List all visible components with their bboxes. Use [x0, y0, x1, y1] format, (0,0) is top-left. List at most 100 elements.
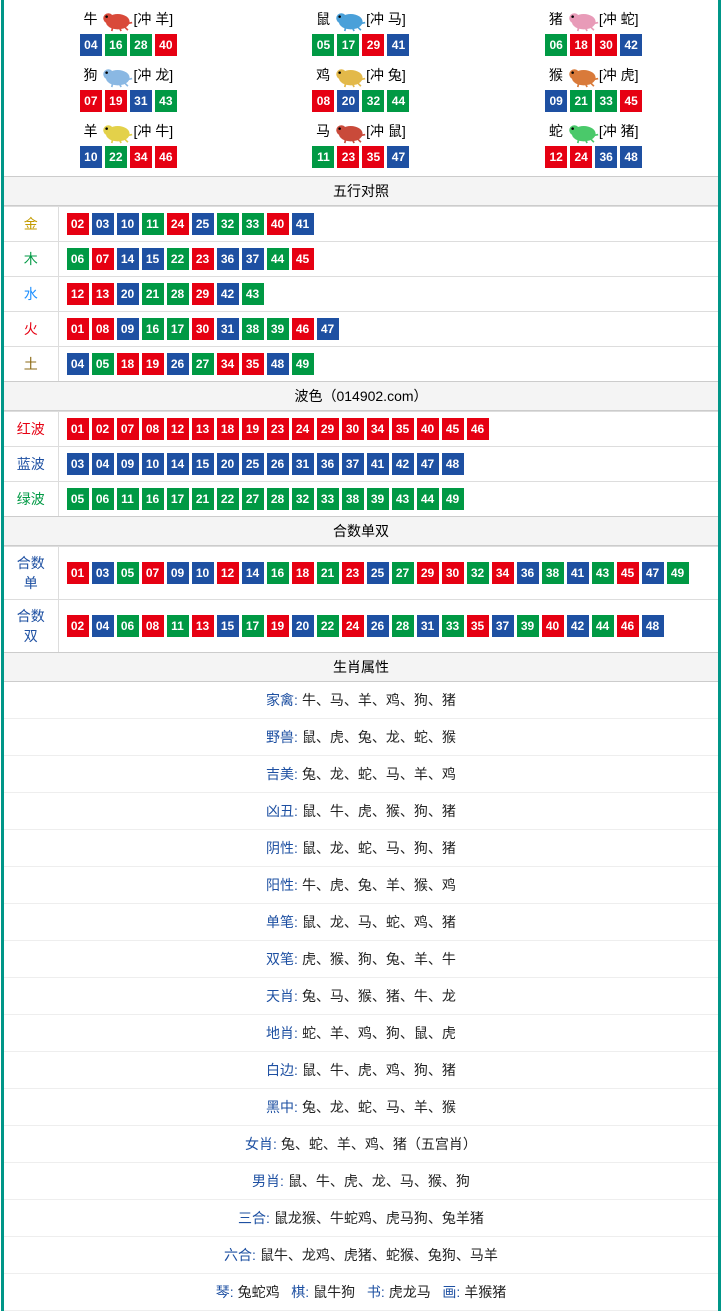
- zodiac-chong: [冲 马]: [366, 9, 406, 29]
- data-row: 水1213202128294243: [4, 277, 718, 312]
- zodiac-name: 狗: [83, 65, 97, 85]
- number-ball: 44: [387, 90, 409, 112]
- number-ball: 33: [442, 615, 464, 637]
- number-ball: 05: [67, 488, 89, 510]
- number-ball: 48: [442, 453, 464, 475]
- number-ball: 21: [317, 562, 339, 584]
- number-ball: 01: [67, 418, 89, 440]
- attr-row: 地肖:蛇、羊、鸡、狗、鼠、虎: [4, 1015, 718, 1052]
- zodiac-cell: 牛 [冲 羊] 04162840: [14, 6, 243, 58]
- number-ball: 28: [392, 615, 414, 637]
- number-ball: 11: [142, 213, 164, 235]
- zodiac-cell: 鸡 [冲 兔] 08203244: [247, 62, 476, 114]
- attr-row: 三合:鼠龙猴、牛蛇鸡、虎马狗、兔羊猪: [4, 1200, 718, 1237]
- number-ball: 15: [217, 615, 239, 637]
- attr-key: 男肖:: [252, 1173, 284, 1189]
- number-ball: 21: [142, 283, 164, 305]
- attr-row: 凶丑:鼠、牛、虎、猴、狗、猪: [4, 793, 718, 830]
- attr-value: 兔、蛇、羊、鸡、猪（五宫肖）: [281, 1136, 477, 1152]
- row-balls: 06071415222336374445: [58, 242, 718, 277]
- attr-value: 鼠、牛、虎、鸡、狗、猪: [302, 1062, 456, 1078]
- attr-header: 生肖属性: [4, 652, 718, 682]
- number-ball: 19: [105, 90, 127, 112]
- number-ball: 12: [167, 418, 189, 440]
- number-ball: 31: [417, 615, 439, 637]
- row-label: 蓝波: [4, 447, 58, 482]
- number-ball: 04: [92, 453, 114, 475]
- number-ball: 28: [267, 488, 289, 510]
- attr-row: 家禽:牛、马、羊、鸡、狗、猪: [4, 682, 718, 719]
- number-ball: 45: [442, 418, 464, 440]
- number-ball: 07: [92, 248, 114, 270]
- data-row: 红波0102070812131819232429303435404546: [4, 412, 718, 447]
- number-ball: 23: [192, 248, 214, 270]
- zodiac-icon: [565, 8, 597, 30]
- number-ball: 08: [142, 615, 164, 637]
- footer-value: 羊猴猪: [464, 1284, 506, 1300]
- zodiac-icon: [565, 120, 597, 142]
- data-row: 火0108091617303138394647: [4, 312, 718, 347]
- number-ball: 22: [105, 146, 127, 168]
- row-label: 土: [4, 347, 58, 382]
- attr-key: 天肖:: [266, 988, 298, 1004]
- attr-row: 双笔:虎、猴、狗、兔、羊、牛: [4, 941, 718, 978]
- number-ball: 09: [167, 562, 189, 584]
- row-balls: 05061116172122272832333839434449: [58, 482, 718, 517]
- attr-row: 阴性:鼠、龙、蛇、马、狗、猪: [4, 830, 718, 867]
- number-ball: 26: [367, 615, 389, 637]
- zodiac-cell: 蛇 [冲 猪] 12243648: [479, 118, 708, 170]
- number-ball: 05: [92, 353, 114, 375]
- number-ball: 44: [267, 248, 289, 270]
- attr-key: 吉美:: [266, 766, 298, 782]
- zodiac-chong: [冲 蛇]: [599, 9, 639, 29]
- number-ball: 43: [155, 90, 177, 112]
- number-ball: 06: [545, 34, 567, 56]
- number-ball: 29: [362, 34, 384, 56]
- bose-table: 红波0102070812131819232429303435404546蓝波03…: [4, 411, 718, 516]
- data-row: 金02031011242532334041: [4, 207, 718, 242]
- zodiac-icon: [332, 120, 364, 142]
- data-row: 合数双0204060811131517192022242628313335373…: [4, 600, 718, 653]
- number-ball: 48: [642, 615, 664, 637]
- number-ball: 34: [492, 562, 514, 584]
- number-ball: 25: [367, 562, 389, 584]
- number-ball: 04: [92, 615, 114, 637]
- attr-key: 黑中:: [266, 1099, 298, 1115]
- number-ball: 04: [67, 353, 89, 375]
- number-ball: 08: [92, 318, 114, 340]
- attr-key: 白边:: [266, 1062, 298, 1078]
- number-ball: 02: [67, 213, 89, 235]
- number-ball: 45: [292, 248, 314, 270]
- zodiac-grid: 牛 [冲 羊] 04162840 鼠 [冲 马] 05172941 猪 [冲 蛇…: [4, 0, 718, 176]
- footer-key: 书:: [367, 1284, 385, 1300]
- number-ball: 26: [267, 453, 289, 475]
- number-ball: 07: [117, 418, 139, 440]
- zodiac-name: 马: [316, 121, 330, 141]
- zodiac-chong: [冲 兔]: [366, 65, 406, 85]
- zodiac-cell: 羊 [冲 牛] 10223446: [14, 118, 243, 170]
- number-ball: 17: [167, 318, 189, 340]
- attr-value: 鼠、牛、虎、龙、马、猴、狗: [288, 1173, 470, 1189]
- wuxing-table: 金02031011242532334041木060714152223363744…: [4, 206, 718, 381]
- row-balls: 0108091617303138394647: [58, 312, 718, 347]
- number-ball: 18: [292, 562, 314, 584]
- attr-value: 兔、龙、蛇、马、羊、鸡: [302, 766, 456, 782]
- number-ball: 20: [117, 283, 139, 305]
- number-ball: 46: [617, 615, 639, 637]
- number-ball: 36: [217, 248, 239, 270]
- number-ball: 11: [312, 146, 334, 168]
- row-label: 水: [4, 277, 58, 312]
- number-ball: 42: [620, 34, 642, 56]
- attr-key: 女肖:: [245, 1136, 277, 1152]
- number-ball: 06: [67, 248, 89, 270]
- number-ball: 19: [242, 418, 264, 440]
- number-ball: 28: [130, 34, 152, 56]
- number-ball: 38: [542, 562, 564, 584]
- number-ball: 42: [392, 453, 414, 475]
- heshu-table: 合数单0103050709101214161821232527293032343…: [4, 546, 718, 652]
- number-ball: 23: [342, 562, 364, 584]
- number-ball: 23: [337, 146, 359, 168]
- number-ball: 07: [80, 90, 102, 112]
- attr-value: 虎、猴、狗、兔、羊、牛: [302, 951, 456, 967]
- number-ball: 32: [217, 213, 239, 235]
